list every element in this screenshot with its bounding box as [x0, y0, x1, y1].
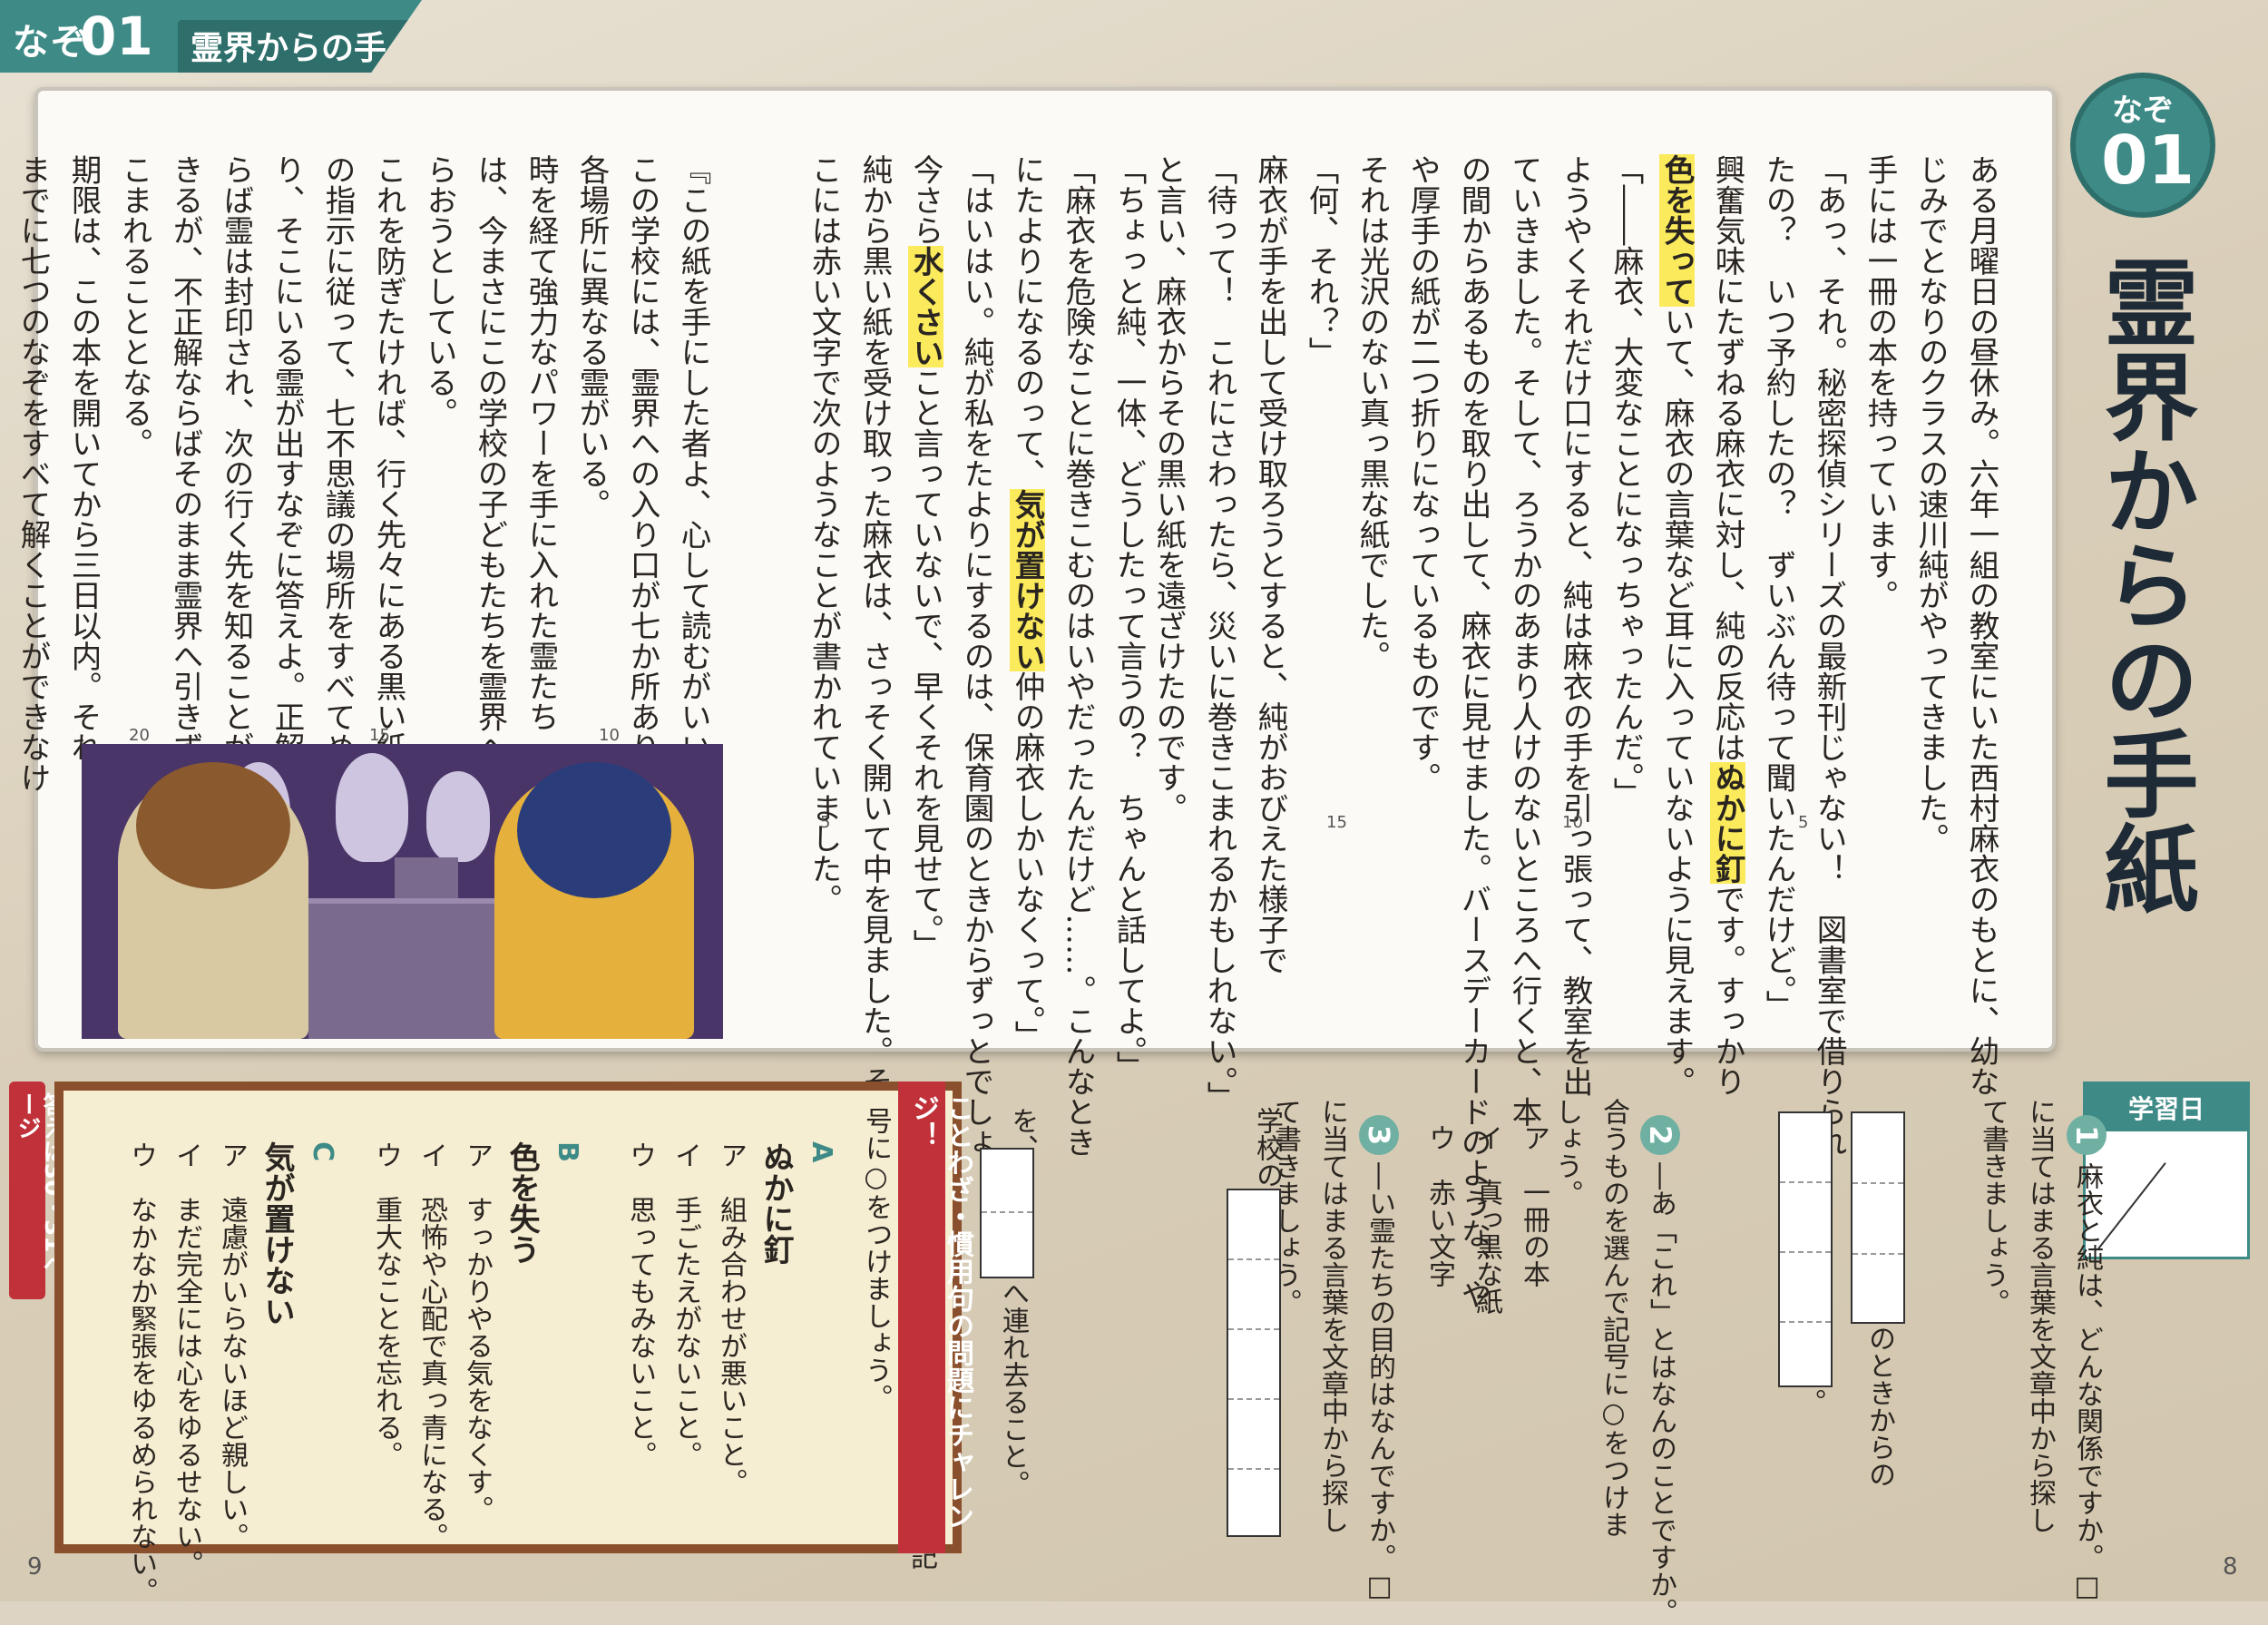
group-word-c: 気が置けない: [259, 1141, 295, 1327]
q2-option-a[interactable]: ア 一冊の本: [1518, 1124, 1549, 1287]
group-word-b: 色を失う: [503, 1141, 540, 1266]
header-number: 01: [80, 5, 153, 67]
story-illustration: [82, 744, 723, 1039]
answer-box-q1b[interactable]: [1778, 1111, 1833, 1387]
question-1-text: 麻衣と純は、どんな関係ですか。□ に当てはまる言葉を文章中から探し て書きましょ…: [1977, 1098, 2103, 1603]
group-word-a: ぬかに釘: [758, 1141, 794, 1266]
question-1: 1麻衣と純は、どんな関係ですか。□ に当てはまる言葉を文章中から探し て書きまし…: [1969, 1098, 2157, 1602]
header-tag: なぞ: [13, 22, 89, 64]
challenge-banner: ことわざ・慣用句の問題にチャレンジ！: [898, 1082, 973, 1553]
highlight-nuka: ぬかに釘: [1710, 762, 1745, 884]
ghost-shape: [426, 771, 490, 862]
line-number: 5: [820, 813, 831, 832]
ghost-shape: [336, 753, 408, 862]
line-number: 15: [1326, 813, 1347, 832]
question-number: 3: [1359, 1115, 1399, 1156]
group-c-option[interactable]: ア 遠慮がいらないほど親しい。: [216, 1141, 248, 1550]
challenge-group-c: C 気が置けない ア 遠慮がいらないほど親しい。 イ まだ完全には心をゆるせない…: [73, 1107, 390, 1604]
line-number: 20: [129, 726, 150, 745]
answer-box-q1a[interactable]: [1851, 1111, 1905, 1324]
highlight-iro: 色を失って: [1659, 154, 1695, 307]
group-a-option[interactable]: ア 組み合わせが悪いこと。: [715, 1141, 747, 1495]
q1-end: 。: [1794, 1388, 1825, 1415]
story-right-block: ある月曜日の昼休み。六年一組の教室にいた西村麻衣のもとに、幼な じみでとなりのク…: [1151, 154, 2007, 1309]
q1-suffix: のときからの: [1863, 1325, 1895, 1488]
line-number: 10: [1562, 813, 1583, 832]
answer-box-q3b[interactable]: [980, 1148, 1034, 1278]
line-number: 10: [599, 726, 620, 745]
highlight-ki: 気が置けない: [1010, 488, 1045, 671]
page-number-right: 8: [2223, 1553, 2238, 1581]
story-panel: ある月曜日の昼休み。六年一組の教室にいた西村麻衣のもとに、幼な じみでとなりのク…: [15, 87, 2056, 1309]
challenge-banner-text: ことわざ・慣用句の問題にチャレンジ！: [907, 1094, 973, 1530]
group-c-option[interactable]: イ まだ完全には心をゆるせない。: [171, 1141, 202, 1577]
badge-number: 01: [2101, 122, 2195, 200]
chapter-header: なぞ 01 霊界からの手紙: [0, 0, 422, 73]
group-label-b: B: [552, 1141, 583, 1163]
title-badge: なぞ 01 霊界からの手紙: [2070, 73, 2229, 1137]
group-c-option[interactable]: ウ なかなか緊張をゆるめられない。: [125, 1141, 157, 1604]
answer-box-q3a[interactable]: [1227, 1189, 1281, 1537]
line-number: 5: [1798, 813, 1809, 832]
story-text-4: 『この紙を手にした者よ、心して読むがいい。 この学校には、霊界への入り口が七か所…: [15, 154, 711, 793]
story-text-1: ある月曜日の昼休み。六年一組の教室にいた西村麻衣のもとに、幼な じみでとなりのク…: [1710, 154, 1999, 1158]
q3-prefix-school: 学校の: [1251, 1107, 1283, 1189]
story-letter-block: 『この紙を手にした者よ、心して読むがいい。 この学校には、霊界への入り口が七か所…: [15, 154, 719, 793]
story-text-1c: です。すっかり: [1710, 884, 1745, 1097]
question-number: 2: [1640, 1115, 1680, 1156]
group-label-c: C: [307, 1141, 338, 1162]
line-number: 15: [369, 726, 390, 745]
q3-suffix: へ連れ去ること。: [997, 1279, 1029, 1497]
highlight-mizu: 水くさい: [908, 245, 943, 367]
group-a-option[interactable]: イ 手ごたえがないこと。: [670, 1141, 701, 1468]
story-middle-block: 「ちょっと純、一体、どうしたって言うの？ ちゃんと話してよ。」 「麻衣を危険なこ…: [728, 154, 1154, 1188]
page-number-left: 9: [27, 1553, 43, 1581]
group-b-option[interactable]: ア すっかりやる気をなくす。: [461, 1141, 493, 1522]
challenge-box: 次の言葉の意味に合うものを選び、記 号に○をつけましょう。 A ぬかに釘 ア 組…: [54, 1082, 962, 1604]
page-title: 霊界からの手紙: [2087, 254, 2198, 915]
group-label-a: A: [806, 1141, 837, 1163]
nazo-circle: なぞ 01: [2070, 73, 2215, 218]
answer-page-tab[interactable]: 答えは30・31ページ: [9, 1082, 66, 1299]
character-jun: [118, 762, 308, 1039]
question-number: 1: [2067, 1115, 2107, 1156]
q2-option-i[interactable]: イ 真っ黒な紙: [1471, 1124, 1502, 1315]
group-b-option[interactable]: イ 恐怖や心配で真っ青になる。: [415, 1141, 447, 1550]
character-mai: [494, 762, 694, 1039]
